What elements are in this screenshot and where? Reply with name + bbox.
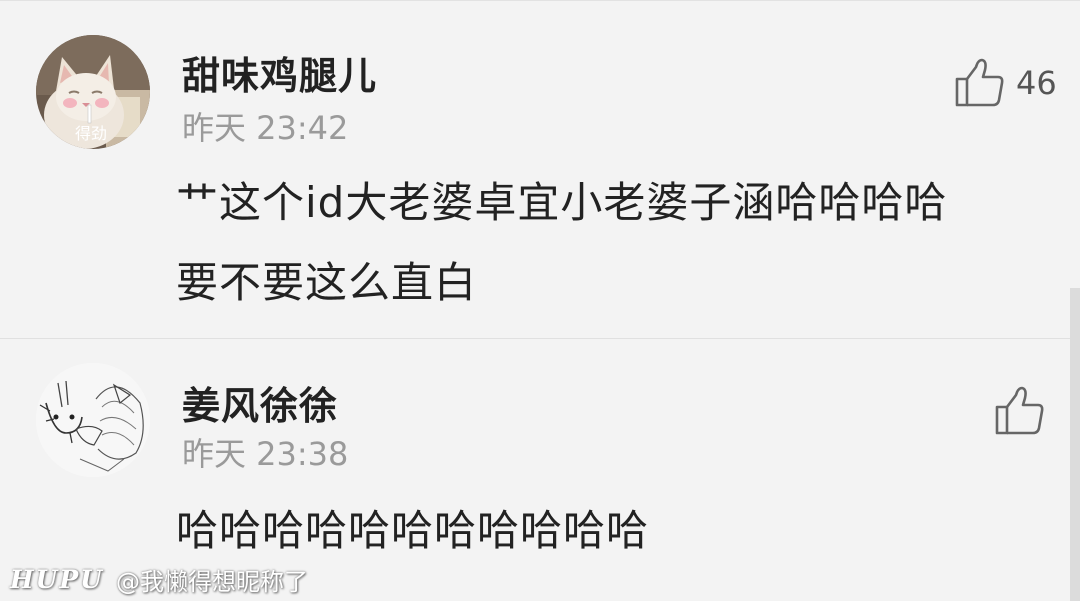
like-button[interactable] — [994, 381, 1056, 441]
comment-text-line: 哈哈哈哈哈哈哈哈哈哈哈 — [176, 506, 650, 555]
scrollbar[interactable] — [1070, 288, 1080, 601]
watermark: HUPU @我懒得想昵称了 — [10, 562, 308, 596]
comment-text: 哈哈哈哈哈哈哈哈哈哈哈 — [176, 491, 1040, 571]
sketch-avatar-image — [36, 363, 150, 477]
thumbs-up-icon — [955, 58, 1004, 107]
like-count: 46 — [1016, 64, 1057, 102]
comment-text-line: 艹这个id大老婆卓宜小老婆子涵哈哈哈哈 — [176, 178, 948, 227]
cat-avatar-image: 得劲 — [36, 35, 150, 149]
username[interactable]: 姜风徐徐 — [182, 375, 338, 430]
comment-item: 得劲 甜味鸡腿儿 昨天 23:42 46 艹这个id大老婆卓宜小老婆子涵哈哈哈哈… — [0, 0, 1080, 338]
avatar[interactable] — [36, 363, 150, 477]
comment-text: 艹这个id大老婆卓宜小老婆子涵哈哈哈哈 要不要这么直白 — [176, 163, 1040, 323]
avatar-caption: 得劲 — [75, 124, 107, 143]
thumbs-up-icon — [995, 386, 1044, 435]
username[interactable]: 甜味鸡腿儿 — [182, 45, 377, 100]
hupu-logo: HUPU — [10, 564, 105, 594]
timestamp: 昨天 23:38 — [182, 435, 349, 473]
comment-text-line: 要不要这么直白 — [176, 258, 478, 307]
avatar[interactable]: 得劲 — [36, 35, 150, 149]
watermark-user: @我懒得想昵称了 — [116, 567, 309, 596]
timestamp: 昨天 23:42 — [182, 109, 349, 147]
like-button[interactable]: 46 — [954, 53, 1057, 113]
